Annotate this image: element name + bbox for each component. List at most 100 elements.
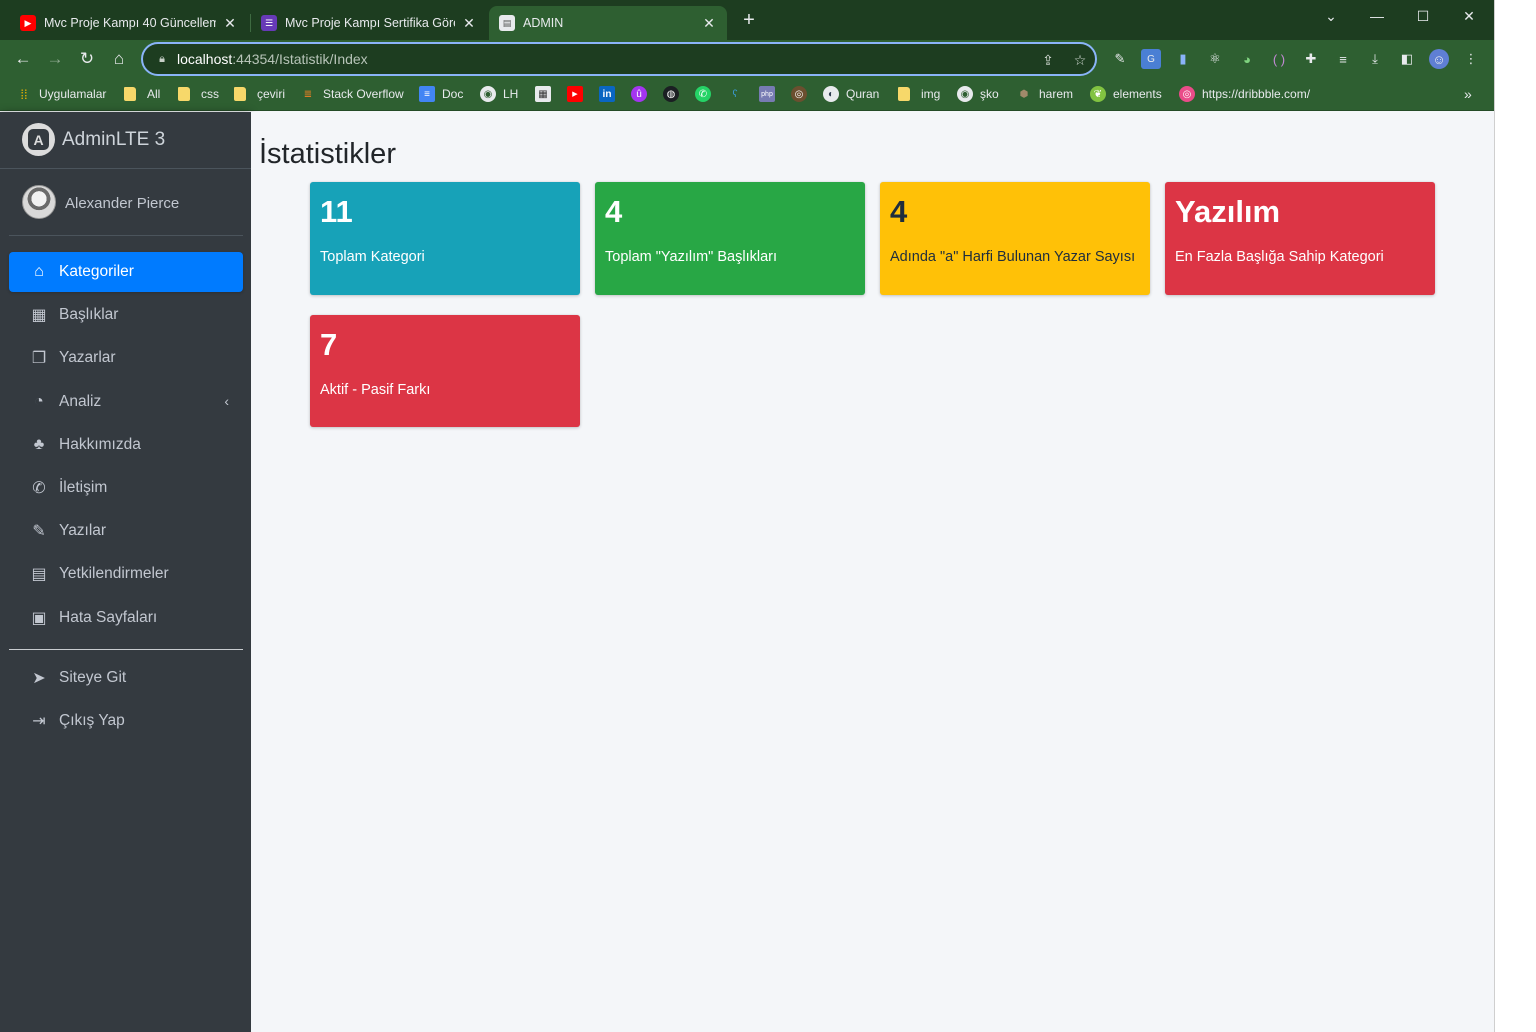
bookmark-label: css [201, 87, 219, 101]
bookmark-ceviri[interactable]: çeviri [234, 84, 285, 104]
bookmark-sko[interactable]: ◉ şko [957, 84, 999, 104]
tab-search-icon[interactable]: ⌄ [1308, 0, 1354, 32]
bookmark-manager-icon[interactable]: ▮ [1173, 49, 1193, 69]
bookmark-apps[interactable]: ⁞⁞ Uygulamalar [16, 84, 106, 104]
bookmark-harem[interactable]: ⬢ harem [1016, 84, 1073, 104]
bookmark-github[interactable]: ◍ [663, 84, 686, 104]
close-window-button[interactable]: ✕ [1446, 0, 1492, 32]
menu-kebab-icon[interactable]: ⋮ [1461, 49, 1481, 69]
apps-grid-icon: ⁞⁞ [20, 86, 28, 102]
sidebar-item-label: İletişim [59, 479, 108, 496]
misc-site-icon: ◎ [791, 86, 807, 102]
extensions-puzzle-icon[interactable]: ✚ [1301, 49, 1321, 69]
github-icon: ◍ [663, 86, 679, 102]
sidebar-item-hakkimizda[interactable]: ♣ Hakkımızda [9, 425, 243, 465]
tab-youtube[interactable]: ▶ Mvc Proje Kampı 40 Güncelleme ✕ [10, 6, 248, 40]
folder-icon [124, 87, 136, 101]
sidebar-item-siteye-git[interactable]: ➤ Siteye Git [9, 658, 243, 698]
sign-out-icon: ⇥ [32, 713, 46, 730]
address-bar[interactable]: 🔒︎ localhost:44354/Istatistik/Index ⇪ ☆ [141, 42, 1097, 76]
sidebar-item-iletisim[interactable]: ✆ İletişim [9, 468, 243, 508]
tab-strip: ▶ Mvc Proje Kampı 40 Güncelleme ✕ ☰ Mvc … [0, 0, 1494, 40]
translate-icon[interactable]: G [1141, 49, 1161, 69]
lock-icon[interactable]: 🔒︎ [155, 52, 169, 66]
stat-value: 4 [890, 194, 908, 229]
edit-icon: ✎ [32, 523, 46, 540]
bookmark-label: Stack Overflow [323, 87, 404, 101]
tab-title: Mvc Proje Kampı 40 Güncelleme [44, 16, 216, 30]
udemy-icon: û [631, 86, 647, 102]
reading-list-icon[interactable]: ≡ [1333, 49, 1353, 69]
home-button[interactable]: ⌂ [106, 46, 132, 72]
sidebar-item-label: Başlıklar [59, 306, 119, 323]
bookmark-doc[interactable]: ≡ Doc [419, 84, 463, 104]
form-icon: ☰ [261, 15, 277, 31]
sidebar-item-hata-sayfalari[interactable]: ▣ Hata Sayfaları [9, 598, 243, 638]
color-picker-icon[interactable]: ◕ [1237, 49, 1257, 69]
profile-avatar-icon[interactable]: ☺ [1429, 49, 1449, 69]
sidebar-item-analiz[interactable]: ◔ Analiz ‹ [9, 382, 243, 422]
stat-box-software-headings: 4 Toplam "Yazılım" Başlıkları [595, 182, 865, 295]
bookmark-lh[interactable]: ◉ LH [480, 84, 518, 104]
stat-label: Aktif - Pasif Farkı [320, 382, 431, 398]
download-icon[interactable]: ⤓ [1365, 49, 1385, 69]
share-icon[interactable]: ⇪ [1039, 51, 1057, 69]
reload-button[interactable]: ↻ [74, 46, 100, 72]
bookmark-youtube[interactable]: ▶ [567, 84, 590, 104]
globe-icon: ◉ [957, 86, 973, 102]
page-title: İstatistikler [259, 138, 396, 170]
tab-admin[interactable]: ▤ ADMIN ✕ [489, 6, 727, 40]
bookmark-udemy[interactable]: û [631, 84, 654, 104]
side-panel-icon[interactable]: ◧ [1397, 49, 1417, 69]
sidebar-item-yazilar[interactable]: ✎ Yazılar [9, 511, 243, 551]
bookmark-linkedin[interactable]: in [599, 84, 622, 104]
brackets-extension-icon[interactable]: ( ) [1269, 49, 1289, 69]
docs-icon: ≡ [419, 86, 435, 102]
bookmark-css[interactable]: css [178, 84, 219, 104]
stat-label: Toplam "Yazılım" Başlıkları [605, 249, 777, 265]
bookmark-stackoverflow[interactable]: ≣ Stack Overflow [300, 84, 404, 104]
sidebar-item-yazarlar[interactable]: ❐ Yazarlar [9, 338, 243, 378]
bookmark-elements[interactable]: ❦ elements [1090, 84, 1162, 104]
close-icon[interactable]: ✕ [222, 15, 238, 31]
bookmark-quran[interactable]: ◐ Quran [823, 84, 879, 104]
bird-icon: ʕ [732, 88, 738, 100]
bookmark-label: harem [1039, 87, 1074, 101]
tab-title: ADMIN [523, 16, 564, 30]
browser-toolbar: ← → ↻ ⌂ 🔒︎ localhost:44354/Istatistik/In… [0, 40, 1494, 78]
sidebar-item-kategoriler[interactable]: ⌂ Kategoriler [9, 252, 243, 292]
close-icon[interactable]: ✕ [701, 15, 717, 31]
user-name-link[interactable]: Alexander Pierce [65, 195, 179, 212]
sidebar-item-label: Yazılar [59, 522, 107, 539]
react-devtools-icon[interactable]: ⚛ [1205, 49, 1225, 69]
tab-forms[interactable]: ☰ Mvc Proje Kampı Sertifika Görev ✕ [251, 6, 487, 40]
back-button[interactable]: ← [10, 46, 36, 72]
bookmark-whatsapp[interactable]: ✆ [695, 84, 718, 104]
bookmark-misc[interactable]: ◎ [791, 84, 814, 104]
bookmark-star-icon[interactable]: ☆ [1071, 51, 1089, 69]
sidebar-divider [9, 649, 243, 650]
bookmarks-overflow-icon[interactable]: » [1464, 84, 1472, 104]
sidebar-item-cikis-yap[interactable]: ⇥ Çıkış Yap [9, 701, 243, 741]
new-tab-button[interactable]: + [737, 9, 761, 33]
url-path: :44354/Istatistik/Index [232, 51, 368, 67]
close-icon[interactable]: ✕ [461, 15, 477, 31]
bookmark-bird[interactable]: ʕ [727, 84, 750, 104]
bookmark-php[interactable]: php [759, 84, 782, 104]
grid-icon: ▦ [31, 307, 47, 324]
youtube-icon: ▶ [567, 86, 583, 102]
eyedropper-icon[interactable]: ✎ [1110, 49, 1130, 69]
sidebar-item-basliklar[interactable]: ▦ Başlıklar [9, 295, 243, 335]
maximize-button[interactable]: ☐ [1400, 0, 1446, 32]
stat-box-top-category: Yazılım En Fazla Başlığa Sahip Kategori [1165, 182, 1435, 295]
sidebar-item-yetkilendirmeler[interactable]: ▤ Yetkilendirmeler [9, 554, 243, 594]
bookmark-all[interactable]: All [124, 84, 160, 104]
minimize-button[interactable]: — [1354, 0, 1400, 32]
bookmark-dribbble[interactable]: ◎ https://dribbble.com/ [1179, 84, 1310, 104]
forward-button[interactable]: → [42, 46, 68, 72]
bookmark-icon-only[interactable]: ▦ [535, 84, 558, 104]
sidebar-item-label: Hakkımızda [59, 436, 141, 453]
bookmark-img[interactable]: img [898, 84, 940, 104]
stat-box-active-passive-diff: 7 Aktif - Pasif Farkı [310, 315, 580, 427]
brand-link[interactable]: A AdminLTE 3 [0, 112, 251, 169]
